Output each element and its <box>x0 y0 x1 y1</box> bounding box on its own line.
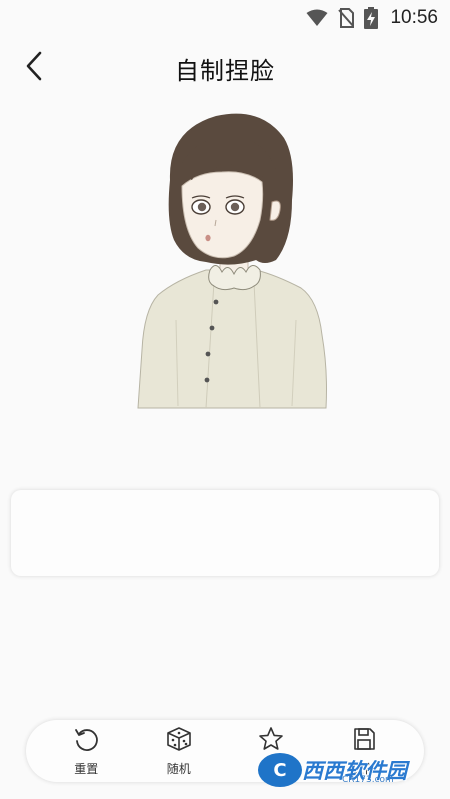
no-sim-icon <box>338 8 355 28</box>
save-icon <box>350 725 378 757</box>
random-button[interactable]: 随机 <box>147 725 211 777</box>
page-title: 自制捏脸 <box>175 56 275 85</box>
avatar-preview[interactable] <box>136 110 328 410</box>
app-bar: 自制捏脸 <box>0 40 450 96</box>
battery-charging-icon <box>364 7 379 29</box>
favorite-button[interactable]: 收藏 <box>239 725 303 777</box>
wifi-icon <box>306 9 328 27</box>
reset-button[interactable]: 重置 <box>54 725 118 777</box>
back-button[interactable] <box>14 48 54 88</box>
random-label: 随机 <box>166 762 191 776</box>
save-button[interactable]: 保存 <box>332 725 396 777</box>
favorite-label: 收藏 <box>259 762 284 776</box>
bottom-toolbar: 重置 随机 收藏 保存 <box>26 720 424 782</box>
reset-label: 重置 <box>74 762 99 776</box>
status-bar: 10:56 <box>0 0 450 36</box>
star-icon <box>257 725 285 757</box>
status-time: 10:56 <box>390 7 438 28</box>
reset-icon <box>72 725 100 757</box>
dice-icon <box>165 725 193 757</box>
editor-panel[interactable] <box>11 490 439 576</box>
save-label: 保存 <box>351 762 376 776</box>
chevron-left-icon <box>24 51 44 85</box>
avatar-blouse <box>137 269 327 409</box>
